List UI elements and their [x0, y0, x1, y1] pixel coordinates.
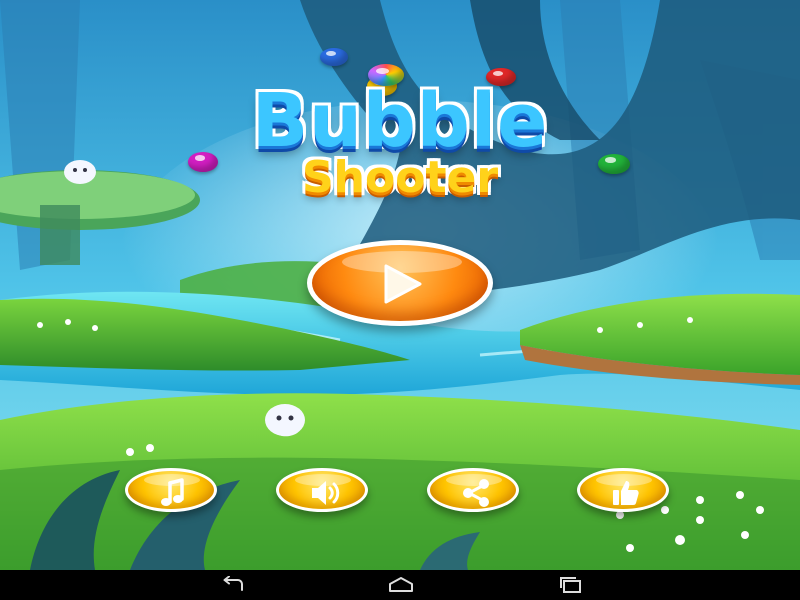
- back-button[interactable]: [202, 573, 262, 597]
- android-navigation-bar: [0, 570, 800, 600]
- ghost-creature-icon: [64, 160, 96, 184]
- back-icon: [223, 576, 243, 591]
- share-button[interactable]: [427, 468, 519, 512]
- play-icon: [384, 264, 422, 304]
- ghost-creature-icon: [265, 404, 305, 437]
- thumbs-up-icon: [613, 481, 639, 505]
- music-toggle-button[interactable]: [125, 468, 217, 512]
- recent-apps-button[interactable]: [540, 573, 600, 597]
- home-button[interactable]: [370, 573, 430, 597]
- recent-apps-icon: [560, 577, 581, 593]
- home-icon: [389, 577, 413, 592]
- play-button[interactable]: [307, 240, 493, 326]
- sound-toggle-button[interactable]: [276, 468, 368, 512]
- game-logo: Bubble Shooter: [140, 48, 660, 203]
- like-button[interactable]: [577, 468, 669, 512]
- share-icon: [463, 479, 489, 507]
- bubble-icon: [320, 48, 348, 66]
- speaker-icon: [312, 481, 340, 505]
- title-shooter: Shooter: [301, 152, 499, 203]
- music-note-icon: [161, 478, 184, 506]
